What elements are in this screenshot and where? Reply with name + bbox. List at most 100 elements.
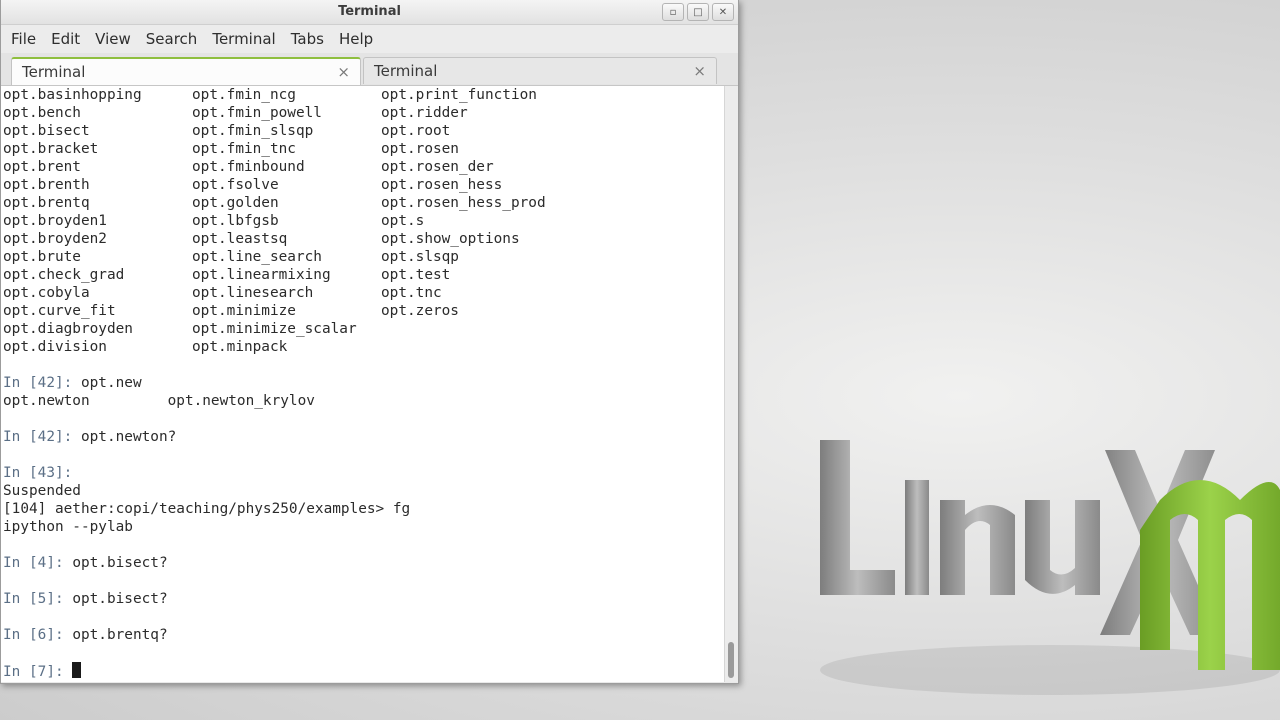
output-line: opt.newton opt.newton_krylov xyxy=(3,392,724,410)
close-button[interactable]: ✕ xyxy=(712,3,734,21)
completion-item: opt.line_search xyxy=(192,249,322,265)
window-titlebar[interactable]: Terminal ▫ □ ✕ xyxy=(1,0,738,25)
completion-item: opt.minimize_scalar xyxy=(192,321,357,337)
completion-item: opt.fmin_ncg xyxy=(192,87,296,103)
output-line: Suspended xyxy=(3,482,724,500)
linux-mint-logo xyxy=(820,440,1280,695)
completion-item: opt.root xyxy=(381,123,451,139)
window-controls: ▫ □ ✕ xyxy=(662,3,734,21)
ipython-prompt: In [42]: xyxy=(3,429,81,445)
completion-item: opt.broyden2 xyxy=(3,231,107,247)
close-tab-icon[interactable]: × xyxy=(337,63,350,81)
ipython-prompt: In [7]: xyxy=(3,664,73,680)
text-cursor xyxy=(72,662,82,678)
completion-item: opt.linearmixing xyxy=(192,267,331,283)
tab-label: Terminal xyxy=(374,62,438,80)
ipython-prompt: In [5]: xyxy=(3,591,73,607)
completion-item: opt.fmin_powell xyxy=(192,105,322,121)
menu-file[interactable]: File xyxy=(5,30,42,48)
prompt-line: In [4]: opt.bisect? xyxy=(3,554,724,572)
completion-row: opt.brent opt.fminbound opt.rosen_der xyxy=(3,158,724,176)
completion-item: opt.bench xyxy=(3,105,81,121)
completion-item: opt.linesearch xyxy=(192,285,314,301)
completion-item: opt.bracket xyxy=(3,141,99,157)
menu-search[interactable]: Search xyxy=(140,30,204,48)
completion-item: opt.rosen_hess_prod xyxy=(381,195,546,211)
completion-item: opt.basinhopping xyxy=(3,87,142,103)
ipython-prompt: In [42]: xyxy=(3,375,81,391)
close-tab-icon[interactable]: × xyxy=(693,62,706,80)
prompt-line: In [7]: xyxy=(3,662,724,680)
prompt-line: In [42]: opt.newton? xyxy=(3,428,724,446)
tab-terminal-2[interactable]: Terminal × xyxy=(363,57,717,84)
completion-item: opt.division xyxy=(3,339,107,355)
scrollbar-thumb[interactable] xyxy=(728,642,734,678)
completion-row: opt.diagbroyden opt.minimize_scalar xyxy=(3,320,724,338)
terminal-lines: opt.basinhopping opt.fmin_ncg opt.print_fu… xyxy=(1,86,724,680)
completion-item: opt.leastsq xyxy=(192,231,288,247)
completion-row: opt.bisect opt.fmin_slsqp opt.root xyxy=(3,122,724,140)
completion-item: opt.slsqp xyxy=(381,249,459,265)
completion-item: opt.cobyla xyxy=(3,285,90,301)
output-text: [104] aether:copi/teaching/phys250/examp… xyxy=(3,501,411,517)
completion-item: opt.brent xyxy=(3,159,81,175)
menu-edit[interactable]: Edit xyxy=(45,30,86,48)
completion-item: opt.brentq xyxy=(3,195,90,211)
menu-bar: File Edit View Search Terminal Tabs Help xyxy=(1,25,738,53)
output-line: ipython --pylab xyxy=(3,518,724,536)
output-text: Suspended xyxy=(3,483,81,499)
completion-item: opt.diagbroyden xyxy=(3,321,133,337)
completion-item: opt.fmin_slsqp xyxy=(192,123,314,139)
completion-item: opt.test xyxy=(381,267,451,283)
command-text: opt.bisect? xyxy=(72,555,168,571)
completion-item: opt.rosen xyxy=(381,141,459,157)
completion-row: opt.cobyla opt.linesearch opt.tnc xyxy=(3,284,724,302)
minimize-button[interactable]: ▫ xyxy=(662,3,684,21)
completion-item: opt.s xyxy=(381,213,425,229)
completion-item: opt.fmin_tnc xyxy=(192,141,296,157)
prompt-line: In [42]: opt.new xyxy=(3,374,724,392)
completion-item: opt.fsolve xyxy=(192,177,279,193)
prompt-line: In [6]: opt.brentq? xyxy=(3,626,724,644)
output-text: opt.newton opt.newton_krylov xyxy=(3,393,315,409)
completion-item: opt.show_options xyxy=(381,231,520,247)
terminal-window[interactable]: Terminal ▫ □ ✕ File Edit View Search Ter… xyxy=(0,0,739,684)
completion-row: opt.broyden1 opt.lbfgsb opt.s xyxy=(3,212,724,230)
tab-terminal-1[interactable]: Terminal × xyxy=(11,57,361,85)
terminal-output[interactable]: opt.basinhopping opt.fmin_ncg opt.print_fu… xyxy=(1,86,724,682)
ipython-prompt: In [4]: xyxy=(3,555,73,571)
completion-item: opt.curve_fit xyxy=(3,303,116,319)
completion-item: opt.zeros xyxy=(381,303,459,319)
scrollbar[interactable] xyxy=(724,86,738,682)
menu-view[interactable]: View xyxy=(89,30,137,48)
output-text: ipython --pylab xyxy=(3,519,133,535)
completion-row: opt.division opt.minpack xyxy=(3,338,724,356)
maximize-button[interactable]: □ xyxy=(687,3,709,21)
completion-row: opt.check_grad opt.linearmixing opt.test xyxy=(3,266,724,284)
command-text: opt.new xyxy=(80,375,142,391)
completion-item: opt.tnc xyxy=(381,285,442,301)
completion-item: opt.bisect xyxy=(3,123,90,139)
menu-terminal[interactable]: Terminal xyxy=(206,30,281,48)
menu-help[interactable]: Help xyxy=(333,30,379,48)
prompt-line: In [5]: opt.bisect? xyxy=(3,590,724,608)
completion-item: opt.lbfgsb xyxy=(192,213,279,229)
completion-item: opt.golden xyxy=(192,195,279,211)
command-text: opt.bisect? xyxy=(72,591,168,607)
window-title: Terminal xyxy=(338,4,401,19)
command-text: opt.brentq? xyxy=(72,627,168,643)
completion-item: opt.broyden1 xyxy=(3,213,107,229)
output-line: [104] aether:copi/teaching/phys250/examp… xyxy=(3,500,724,518)
completion-item: opt.brute xyxy=(3,249,81,265)
completion-item: opt.fminbound xyxy=(192,159,305,175)
completion-item: opt.rosen_hess xyxy=(381,177,503,193)
completion-item: opt.minimize xyxy=(192,303,296,319)
menu-tabs[interactable]: Tabs xyxy=(285,30,330,48)
